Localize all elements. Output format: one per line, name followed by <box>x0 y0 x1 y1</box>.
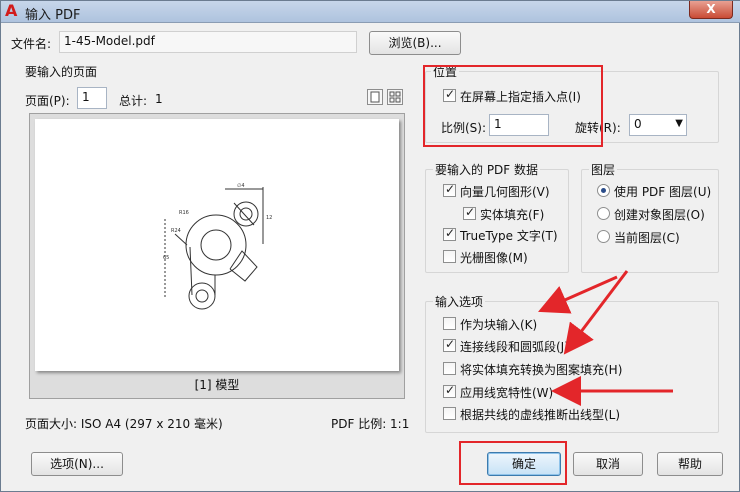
page-size-text: 页面大小: ISO A4 (297 x 210 毫米) <box>25 417 223 431</box>
pdf-data-group-label: 要输入的 PDF 数据 <box>433 161 541 178</box>
cad-drawing-thumbnail: ∅4 12 65 R24 R16 <box>163 183 272 310</box>
truetype-text-checkbox[interactable] <box>443 226 456 241</box>
total-label: 总计: <box>119 94 148 108</box>
solid-fill-label: 实体填充(F) <box>480 208 545 222</box>
red-arrow-2 <box>563 270 629 355</box>
page-number-label: 页面(P): <box>25 94 70 108</box>
use-pdf-layers-radio[interactable] <box>597 184 610 197</box>
red-arrow-1 <box>538 275 618 314</box>
help-button[interactable]: 帮助 <box>657 452 723 476</box>
create-object-layers-label: 创建对象图层(O) <box>614 208 705 222</box>
single-page-view-toggle[interactable] <box>367 89 383 105</box>
chevron-down-icon: ▼ <box>675 118 683 129</box>
thumbnail-grid-icon <box>389 91 401 103</box>
create-object-layers-radio[interactable] <box>597 207 610 220</box>
svg-text:12: 12 <box>266 215 272 221</box>
cancel-button[interactable]: 取消 <box>573 452 643 476</box>
current-layer-label: 当前图层(C) <box>614 231 680 245</box>
page-preview[interactable]: ∅4 12 65 R24 R16 [1] 模型 <box>29 113 405 399</box>
close-button[interactable]: X <box>689 1 733 19</box>
layers-group-label: 图层 <box>589 161 618 178</box>
pages-group-label: 要输入的页面 <box>25 65 98 79</box>
page-number-value: 1 <box>82 90 90 104</box>
window-title: 输入 PDF <box>25 8 81 23</box>
svg-text:R24: R24 <box>171 228 181 234</box>
annotation-box-ok <box>459 441 567 485</box>
svg-text:∅4: ∅4 <box>237 183 245 189</box>
solid-fill-checkbox[interactable] <box>463 205 476 220</box>
vector-geometry-checkbox[interactable] <box>443 182 456 197</box>
thumbnail-view-toggle[interactable] <box>387 89 403 105</box>
annotation-arrows <box>538 270 673 406</box>
current-layer-radio[interactable] <box>597 230 610 243</box>
page-number-input[interactable]: 1 <box>77 87 107 109</box>
vector-geometry-label: 向量几何图形(V) <box>460 185 550 199</box>
single-page-icon <box>370 91 380 103</box>
svg-text:R16: R16 <box>179 210 189 216</box>
rotate-value: 0 <box>634 117 642 131</box>
options-button[interactable]: 选项(N)... <box>31 452 123 476</box>
total-value: 1 <box>155 92 163 106</box>
truetype-text-label: TrueType 文字(T) <box>460 229 558 243</box>
preview-page-sheet: ∅4 12 65 R24 R16 <box>35 119 399 371</box>
import-pdf-dialog: A 输入 PDF X 文件名: 1-45-Model.pdf 浏览(B)... … <box>0 0 740 492</box>
title-bar[interactable]: A 输入 PDF X <box>1 1 740 23</box>
pdf-scale-text: PDF 比例: 1:1 <box>331 417 410 431</box>
file-name-label: 文件名: <box>11 37 52 51</box>
file-name-field: 1-45-Model.pdf <box>59 31 357 53</box>
file-name-value: 1-45-Model.pdf <box>64 34 155 48</box>
preview-caption: [1] 模型 <box>194 378 240 392</box>
autocad-logo-icon: A <box>5 1 18 20</box>
use-pdf-layers-label: 使用 PDF 图层(U) <box>614 185 712 199</box>
svg-text:65: 65 <box>163 255 169 261</box>
browse-button[interactable]: 浏览(B)... <box>369 31 461 55</box>
annotation-box-position <box>423 65 603 147</box>
rotate-dropdown[interactable]: 0 ▼ <box>629 114 687 136</box>
